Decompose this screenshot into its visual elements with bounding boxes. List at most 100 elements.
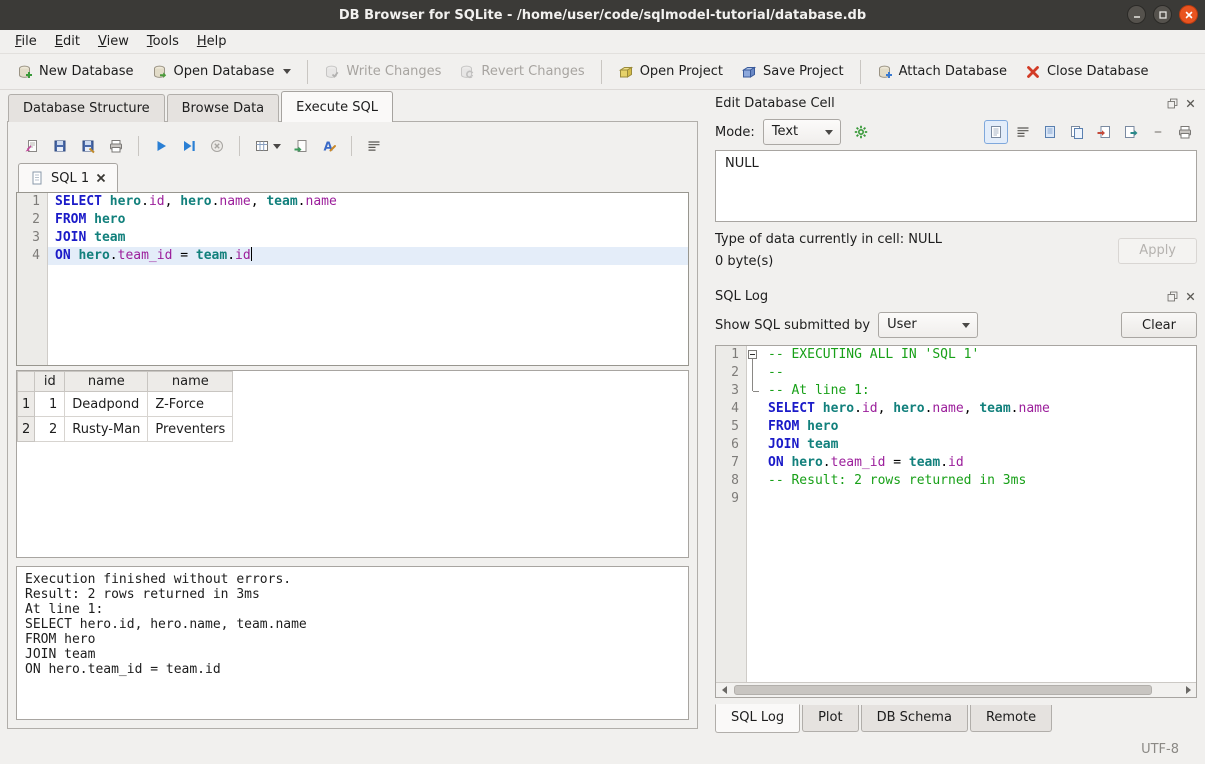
- table-row: 11DeadpondZ-Force: [18, 392, 233, 417]
- maximize-button[interactable]: [1153, 5, 1172, 24]
- tab-remote[interactable]: Remote: [970, 705, 1052, 732]
- results-cell[interactable]: 2: [35, 417, 65, 442]
- execute-all-button[interactable]: [149, 134, 173, 158]
- print-sql-button[interactable]: [104, 134, 128, 158]
- line-number: 1: [17, 193, 47, 211]
- close-button[interactable]: [1179, 5, 1198, 24]
- results-cell[interactable]: Preventers: [148, 417, 233, 442]
- results-table: idnamename11DeadpondZ-Force22Rusty-ManPr…: [17, 371, 233, 442]
- results-cell[interactable]: Rusty-Man: [65, 417, 148, 442]
- open-database-button[interactable]: Open Database: [143, 59, 301, 85]
- tab-plot[interactable]: Plot: [802, 705, 859, 732]
- open-in-editor-button[interactable]: [1038, 120, 1062, 144]
- fold-margin: [746, 418, 760, 436]
- row-number-cell[interactable]: 2: [18, 417, 35, 442]
- tab-execute-sql[interactable]: Execute SQL: [281, 91, 393, 122]
- word-wrap-cell-button[interactable]: [1011, 120, 1035, 144]
- word-wrap-button[interactable]: [362, 134, 386, 158]
- write-changes-label: Write Changes: [346, 64, 441, 79]
- save-project-button[interactable]: Save Project: [732, 59, 853, 85]
- right-dock: Edit Database Cell Mode: Text NULL Type …: [705, 90, 1205, 734]
- row-number-cell[interactable]: 1: [18, 392, 35, 417]
- tab-sql-log[interactable]: SQL Log: [715, 704, 800, 733]
- scrollbar-track[interactable]: [732, 683, 1180, 697]
- open-sql-file-button[interactable]: [20, 134, 44, 158]
- close-database-button[interactable]: Close Database: [1016, 59, 1158, 85]
- float-panel-icon[interactable]: [1166, 97, 1179, 110]
- close-panel-icon[interactable]: [1184, 97, 1197, 110]
- user-filter-select[interactable]: User: [878, 312, 978, 338]
- clear-button[interactable]: Clear: [1121, 312, 1197, 338]
- execute-all-icon: [153, 138, 169, 154]
- code-line: 7ON hero.team_id = team.id: [716, 454, 1196, 472]
- doc-text-icon: [988, 124, 1004, 140]
- close-panel-icon[interactable]: [1184, 290, 1197, 303]
- tab-database-structure[interactable]: Database Structure: [8, 94, 165, 122]
- attach-database-button[interactable]: Attach Database: [868, 59, 1016, 85]
- log-hscrollbar[interactable]: [716, 682, 1196, 697]
- attach-database-label: Attach Database: [899, 64, 1007, 79]
- menu-item-file[interactable]: File: [6, 31, 46, 52]
- write-changes-button: Write Changes: [315, 59, 450, 85]
- minimize-button[interactable]: [1127, 5, 1146, 24]
- print-cell-button[interactable]: [1173, 120, 1197, 144]
- new-database-label: New Database: [39, 64, 134, 79]
- open-sql-icon: [24, 138, 40, 154]
- float-panel-icon[interactable]: [1166, 290, 1179, 303]
- code-text: -- At line 1:: [760, 382, 1196, 400]
- scroll-right-icon[interactable]: [1180, 683, 1196, 697]
- auto-format-button[interactable]: [849, 120, 873, 144]
- open-project-button[interactable]: Open Project: [609, 59, 732, 85]
- line-number: 5: [716, 418, 746, 436]
- tab-db-schema[interactable]: DB Schema: [861, 705, 968, 732]
- menu-item-edit[interactable]: Edit: [46, 31, 89, 52]
- close-icon: [1184, 10, 1194, 20]
- menu-item-view[interactable]: View: [89, 31, 138, 52]
- results-header-name[interactable]: name: [65, 372, 148, 392]
- new-database-button[interactable]: New Database: [8, 59, 143, 85]
- code-line: 9: [716, 490, 1196, 508]
- execute-line-icon: [181, 138, 197, 154]
- results-cell[interactable]: 1: [35, 392, 65, 417]
- sql-log-view[interactable]: 1-- EXECUTING ALL IN 'SQL 1'2--3-- At li…: [716, 346, 1196, 682]
- menu-item-help[interactable]: Help: [188, 31, 236, 52]
- menu-item-tools[interactable]: Tools: [138, 31, 188, 52]
- code-text: JOIN team: [760, 436, 1196, 454]
- toolbar-separator: [239, 136, 240, 156]
- mode-select[interactable]: Text: [763, 119, 841, 145]
- mode-label: Mode:: [715, 125, 755, 140]
- set-null-button[interactable]: [1146, 120, 1170, 144]
- results-header-name[interactable]: name: [148, 372, 233, 392]
- import-cell-button[interactable]: [1092, 120, 1116, 144]
- code-text: JOIN team: [47, 229, 688, 247]
- scroll-left-icon[interactable]: [716, 683, 732, 697]
- save-results-icon: [293, 138, 309, 154]
- sql-tab-close-icon[interactable]: [95, 172, 107, 184]
- text-view-button[interactable]: [984, 120, 1008, 144]
- save-results-button[interactable]: [289, 134, 313, 158]
- results-cell[interactable]: Z-Force: [148, 392, 233, 417]
- cell-editor[interactable]: NULL: [715, 150, 1197, 222]
- format-sql-button[interactable]: A: [317, 134, 341, 158]
- export-results-button[interactable]: [250, 134, 285, 158]
- execute-current-line-button[interactable]: [177, 134, 201, 158]
- text-cursor: [251, 247, 252, 261]
- export-cell-button[interactable]: [1119, 120, 1143, 144]
- format-sql-icon: A: [321, 138, 337, 154]
- fold-marker-icon[interactable]: [746, 346, 760, 364]
- save-sql-file-button[interactable]: [48, 134, 72, 158]
- copy-cell-button[interactable]: [1065, 120, 1089, 144]
- save-sql-file-as-button[interactable]: [76, 134, 100, 158]
- code-text: [760, 490, 1196, 508]
- results-header-id[interactable]: id: [35, 372, 65, 392]
- dropdown-arrow-icon[interactable]: [283, 69, 291, 74]
- dropdown-arrow-icon[interactable]: [273, 144, 281, 149]
- project-save-icon: [741, 64, 757, 80]
- toolbar-separator: [307, 60, 308, 84]
- scrollbar-thumb[interactable]: [734, 685, 1152, 695]
- sql-editor[interactable]: 1SELECT hero.id, hero.name, team.name2FR…: [16, 192, 689, 366]
- tab-browse-data[interactable]: Browse Data: [167, 94, 280, 122]
- sql-tab[interactable]: SQL 1: [18, 163, 118, 192]
- save-sql-as-icon: [80, 138, 96, 154]
- results-cell[interactable]: Deadpond: [65, 392, 148, 417]
